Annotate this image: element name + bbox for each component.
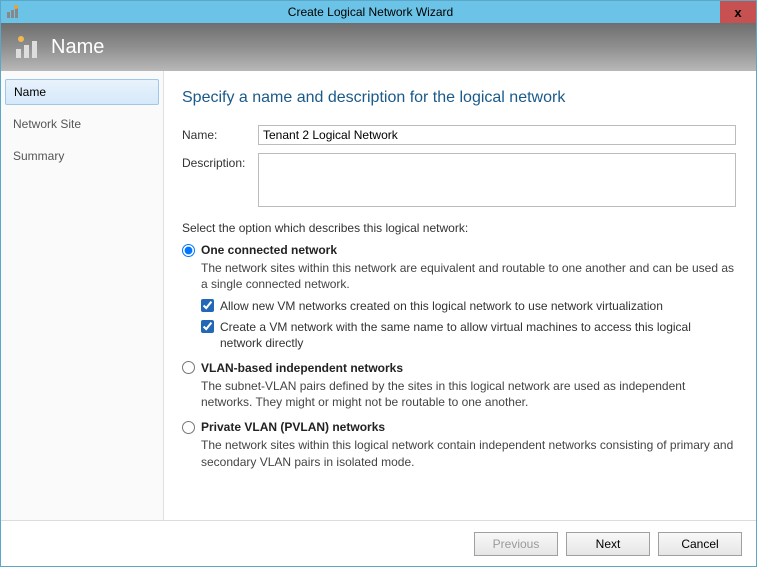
window-title: Create Logical Network Wizard <box>21 5 720 19</box>
checkbox-allow-virtualization-label: Allow new VM networks created on this lo… <box>220 298 663 314</box>
radio-one-connected[interactable] <box>182 244 195 257</box>
previous-button[interactable]: Previous <box>474 532 558 556</box>
header-title: Name <box>51 36 104 59</box>
radio-vlan-independent-desc: The subnet-VLAN pairs defined by the sit… <box>201 378 736 410</box>
page-heading: Specify a name and description for the l… <box>182 89 736 107</box>
main-panel: Specify a name and description for the l… <box>164 71 756 520</box>
radio-pvlan-desc: The network sites within this logical ne… <box>201 437 736 469</box>
name-label: Name: <box>182 125 258 145</box>
section-text: Select the option which describes this l… <box>182 221 736 235</box>
option-one-connected: One connected network The network sites … <box>182 243 736 351</box>
option-vlan-independent: VLAN-based independent networks The subn… <box>182 361 736 410</box>
sidebar-item-network-site[interactable]: Network Site <box>1 111 163 137</box>
checkbox-create-vm-network[interactable] <box>201 320 214 333</box>
cancel-button[interactable]: Cancel <box>658 532 742 556</box>
radio-vlan-independent[interactable] <box>182 361 195 374</box>
checkbox-create-vm-network-label: Create a VM network with the same name t… <box>220 319 736 351</box>
wizard-icon <box>13 33 41 61</box>
option-pvlan: Private VLAN (PVLAN) networks The networ… <box>182 420 736 469</box>
description-label: Description: <box>182 153 258 207</box>
close-button[interactable]: x <box>720 1 756 23</box>
footer: Previous Next Cancel <box>1 520 756 566</box>
titlebar: Create Logical Network Wizard x <box>1 1 756 23</box>
radio-one-connected-desc: The network sites within this network ar… <box>201 260 736 292</box>
sidebar: Name Network Site Summary <box>1 71 164 520</box>
radio-pvlan[interactable] <box>182 421 195 434</box>
name-input[interactable] <box>258 125 736 145</box>
next-button[interactable]: Next <box>566 532 650 556</box>
app-icon <box>5 4 21 20</box>
description-input[interactable] <box>258 153 736 207</box>
radio-pvlan-label: Private VLAN (PVLAN) networks <box>201 420 385 434</box>
radio-vlan-independent-label: VLAN-based independent networks <box>201 361 403 375</box>
header-band: Name <box>1 23 756 71</box>
sidebar-item-summary[interactable]: Summary <box>1 143 163 169</box>
checkbox-allow-virtualization[interactable] <box>201 299 214 312</box>
sidebar-item-name[interactable]: Name <box>5 79 159 105</box>
radio-one-connected-label: One connected network <box>201 243 337 257</box>
